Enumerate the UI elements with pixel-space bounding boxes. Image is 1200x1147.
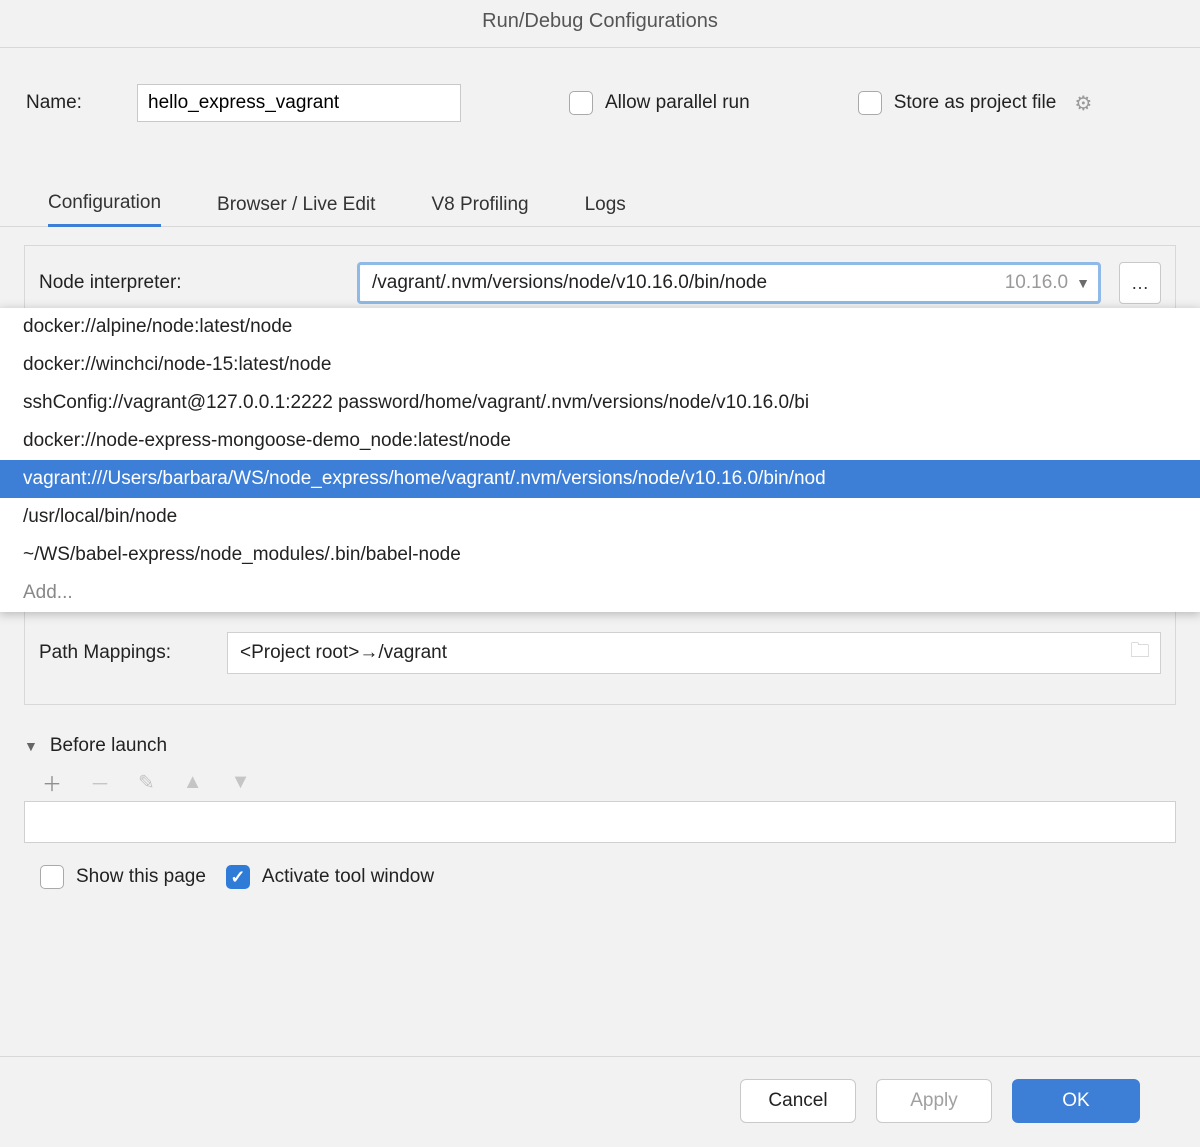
tabs: Configuration Browser / Live Edit V8 Pro… bbox=[0, 122, 1200, 227]
tab-browser-live-edit[interactable]: Browser / Live Edit bbox=[217, 194, 375, 226]
interpreter-option[interactable]: ~/WS/babel-express/node_modules/.bin/bab… bbox=[0, 536, 1200, 574]
gear-icon[interactable]: ⚙ bbox=[1074, 91, 1092, 116]
name-input[interactable] bbox=[137, 84, 461, 122]
name-label: Name: bbox=[26, 92, 101, 114]
node-interpreter-version: 10.16.0 bbox=[997, 272, 1068, 294]
show-this-page-label: Show this page bbox=[76, 866, 206, 888]
interpreter-add[interactable]: Add... bbox=[0, 574, 1200, 612]
add-icon[interactable]: ＋ bbox=[42, 768, 62, 797]
interpreter-option[interactable]: docker://node-express-mongoose-demo_node… bbox=[0, 422, 1200, 460]
store-project-file-label: Store as project file bbox=[894, 92, 1057, 114]
node-interpreter-combo[interactable]: /vagrant/.nvm/versions/node/v10.16.0/bin… bbox=[357, 262, 1101, 304]
before-launch-section: ▼ Before launch ＋ － ✎ ▲ ▼ bbox=[24, 735, 1176, 843]
cancel-button[interactable]: Cancel bbox=[740, 1079, 856, 1123]
tab-configuration[interactable]: Configuration bbox=[48, 192, 161, 227]
allow-parallel-checkbox[interactable] bbox=[569, 91, 593, 115]
activate-tool-window-label: Activate tool window bbox=[262, 866, 434, 888]
dialog-title: Run/Debug Configurations bbox=[0, 0, 1200, 48]
path-mappings-value: <Project root>→/vagrant bbox=[240, 642, 447, 664]
before-launch-label: Before launch bbox=[50, 735, 167, 757]
ok-button[interactable]: OK bbox=[1012, 1079, 1140, 1123]
path-mappings-label: Path Mappings: bbox=[39, 642, 219, 664]
interpreter-option[interactable]: sshConfig://vagrant@127.0.0.1:2222 passw… bbox=[0, 384, 1200, 422]
store-project-file-checkbox[interactable] bbox=[858, 91, 882, 115]
interpreter-option[interactable]: docker://alpine/node:latest/node bbox=[0, 308, 1200, 346]
before-launch-list[interactable] bbox=[24, 801, 1176, 843]
allow-parallel-label: Allow parallel run bbox=[605, 92, 750, 114]
tab-v8-profiling[interactable]: V8 Profiling bbox=[431, 194, 528, 226]
remove-icon[interactable]: － bbox=[90, 768, 110, 797]
chevron-down-icon: ▼ bbox=[1068, 275, 1090, 291]
move-up-icon[interactable]: ▲ bbox=[183, 771, 203, 794]
interpreter-option[interactable]: docker://winchci/node-15:latest/node bbox=[0, 346, 1200, 384]
node-interpreter-label: Node interpreter: bbox=[39, 272, 349, 294]
edit-icon[interactable]: ✎ bbox=[138, 770, 155, 795]
activate-tool-window-checkbox[interactable] bbox=[226, 865, 250, 889]
folder-icon[interactable]: 🗀 bbox=[1130, 636, 1150, 670]
path-mappings-field[interactable]: <Project root>→/vagrant 🗀 bbox=[227, 632, 1161, 674]
interpreter-option-selected[interactable]: vagrant:///Users/barbara/WS/node_express… bbox=[0, 460, 1200, 498]
node-interpreter-browse-button[interactable]: … bbox=[1119, 262, 1161, 304]
tab-logs[interactable]: Logs bbox=[585, 194, 626, 226]
divider bbox=[0, 1056, 1200, 1057]
node-interpreter-value: /vagrant/.nvm/versions/node/v10.16.0/bin… bbox=[372, 272, 997, 294]
configuration-panel: Node interpreter: /vagrant/.nvm/versions… bbox=[24, 245, 1176, 705]
node-interpreter-dropdown: docker://alpine/node:latest/node docker:… bbox=[0, 308, 1200, 612]
show-this-page-checkbox[interactable] bbox=[40, 865, 64, 889]
apply-button[interactable]: Apply bbox=[876, 1079, 992, 1123]
move-down-icon[interactable]: ▼ bbox=[231, 771, 251, 794]
interpreter-option[interactable]: /usr/local/bin/node bbox=[0, 498, 1200, 536]
before-launch-toolbar: ＋ － ✎ ▲ ▼ bbox=[24, 763, 1176, 801]
chevron-down-icon[interactable]: ▼ bbox=[24, 738, 38, 754]
